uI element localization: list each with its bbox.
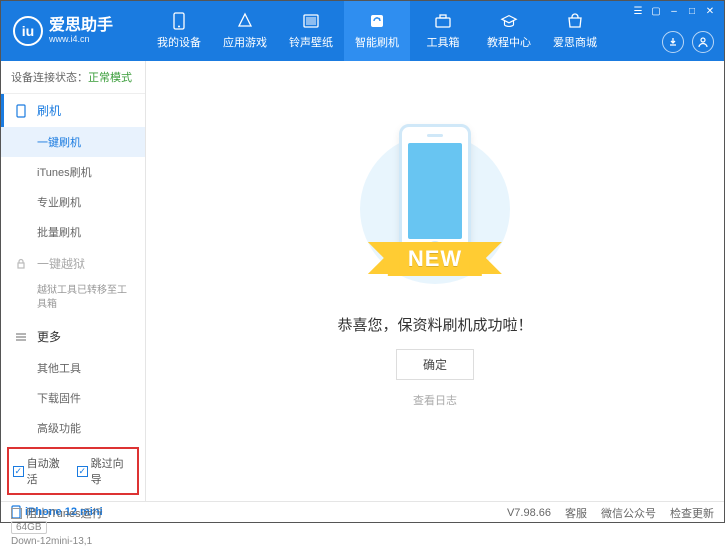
wechat-link[interactable]: 微信公众号 — [601, 505, 656, 521]
checkbox-auto-activate[interactable]: ✓ 自动激活 — [13, 455, 69, 487]
status-value: 正常模式 — [88, 72, 132, 84]
user-icon[interactable] — [692, 31, 714, 53]
checkbox-block-itunes[interactable]: 阻止iTunes运行 — [11, 505, 103, 521]
menu-icon[interactable]: ☰ — [630, 5, 646, 17]
main-content: NEW 恭喜您，保资料刷机成功啦！ 确定 查看日志 — [146, 61, 724, 501]
sidebar-item-other-tools[interactable]: 其他工具 — [1, 353, 145, 383]
nav-toolbox[interactable]: 工具箱 — [410, 1, 476, 61]
phone-icon — [15, 104, 29, 118]
nav-store[interactable]: 爱思商城 — [542, 1, 608, 61]
nav-ringtones[interactable]: 铃声壁纸 — [278, 1, 344, 61]
body-area: 设备连接状态：正常模式 刷机 一键刷机 iTunes刷机 专业刷机 批量刷机 一… — [1, 61, 724, 501]
download-icon[interactable] — [662, 31, 684, 53]
sidebar-item-advanced[interactable]: 高级功能 — [1, 413, 145, 443]
footer-left: 阻止iTunes运行 — [11, 505, 103, 521]
nav-apps[interactable]: 应用游戏 — [212, 1, 278, 61]
sidebar-item-download-firmware[interactable]: 下载固件 — [1, 383, 145, 413]
update-link[interactable]: 检查更新 — [670, 505, 714, 521]
checkbox-skip-guide[interactable]: ✓ 跳过向导 — [77, 455, 133, 487]
footer-right: V7.98.66 客服 微信公众号 检查更新 — [507, 505, 714, 521]
support-link[interactable]: 客服 — [565, 505, 587, 521]
sidebar-section-flash[interactable]: 刷机 — [1, 94, 145, 127]
flash-icon — [368, 12, 386, 30]
view-log-link[interactable]: 查看日志 — [413, 392, 457, 408]
success-illustration: NEW — [360, 124, 510, 294]
apps-icon — [236, 12, 254, 30]
nav-flash[interactable]: 智能刷机 — [344, 1, 410, 61]
graduation-icon — [500, 12, 518, 30]
sidebar: 设备连接状态：正常模式 刷机 一键刷机 iTunes刷机 专业刷机 批量刷机 一… — [1, 61, 146, 501]
skin-icon[interactable]: ▢ — [648, 5, 664, 17]
connection-status: 设备连接状态：正常模式 — [1, 61, 145, 94]
nav-my-device[interactable]: 我的设备 — [146, 1, 212, 61]
header-actions — [662, 31, 714, 53]
toolbox-icon — [434, 12, 452, 30]
sidebar-item-oneclick-flash[interactable]: 一键刷机 — [1, 127, 145, 157]
confirm-button[interactable]: 确定 — [396, 349, 474, 380]
sidebar-item-batch-flash[interactable]: 批量刷机 — [1, 217, 145, 247]
sidebar-item-pro-flash[interactable]: 专业刷机 — [1, 187, 145, 217]
logo-icon: iu — [13, 16, 43, 46]
more-icon — [15, 332, 29, 342]
jailbreak-note: 越狱工具已转移至工具箱 — [1, 280, 145, 320]
version-label: V7.98.66 — [507, 507, 551, 519]
main-nav: 我的设备 应用游戏 铃声壁纸 智能刷机 工具箱 教程中心 爱思商城 — [146, 1, 608, 61]
close-button[interactable]: ✕ — [702, 5, 718, 17]
store-icon — [566, 12, 584, 30]
checkbox-icon — [11, 508, 22, 519]
window-controls: ☰ ▢ – □ ✕ — [624, 1, 724, 21]
sidebar-section-jailbreak[interactable]: 一键越狱 — [1, 247, 145, 280]
logo-area: iu 爱思助手 www.i4.cn — [1, 16, 146, 46]
app-url: www.i4.cn — [49, 34, 113, 45]
success-message: 恭喜您，保资料刷机成功啦！ — [337, 314, 532, 335]
nav-tutorials[interactable]: 教程中心 — [476, 1, 542, 61]
checkmark-icon: ✓ — [13, 466, 24, 477]
flash-options: ✓ 自动激活 ✓ 跳过向导 — [7, 447, 139, 495]
phone-icon — [170, 12, 188, 30]
sidebar-item-itunes-flash[interactable]: iTunes刷机 — [1, 157, 145, 187]
app-name: 爱思助手 — [49, 18, 113, 34]
maximize-button[interactable]: □ — [684, 5, 700, 17]
wallpaper-icon — [302, 12, 320, 30]
app-header: iu 爱思助手 www.i4.cn 我的设备 应用游戏 铃声壁纸 智能刷机 工具… — [1, 1, 724, 61]
minimize-button[interactable]: – — [666, 5, 682, 17]
sidebar-section-more[interactable]: 更多 — [1, 320, 145, 353]
checkmark-icon: ✓ — [77, 466, 88, 477]
lock-icon — [15, 258, 29, 270]
device-model: Down-12mini-13,1 — [11, 536, 135, 547]
new-banner: NEW — [388, 242, 482, 276]
